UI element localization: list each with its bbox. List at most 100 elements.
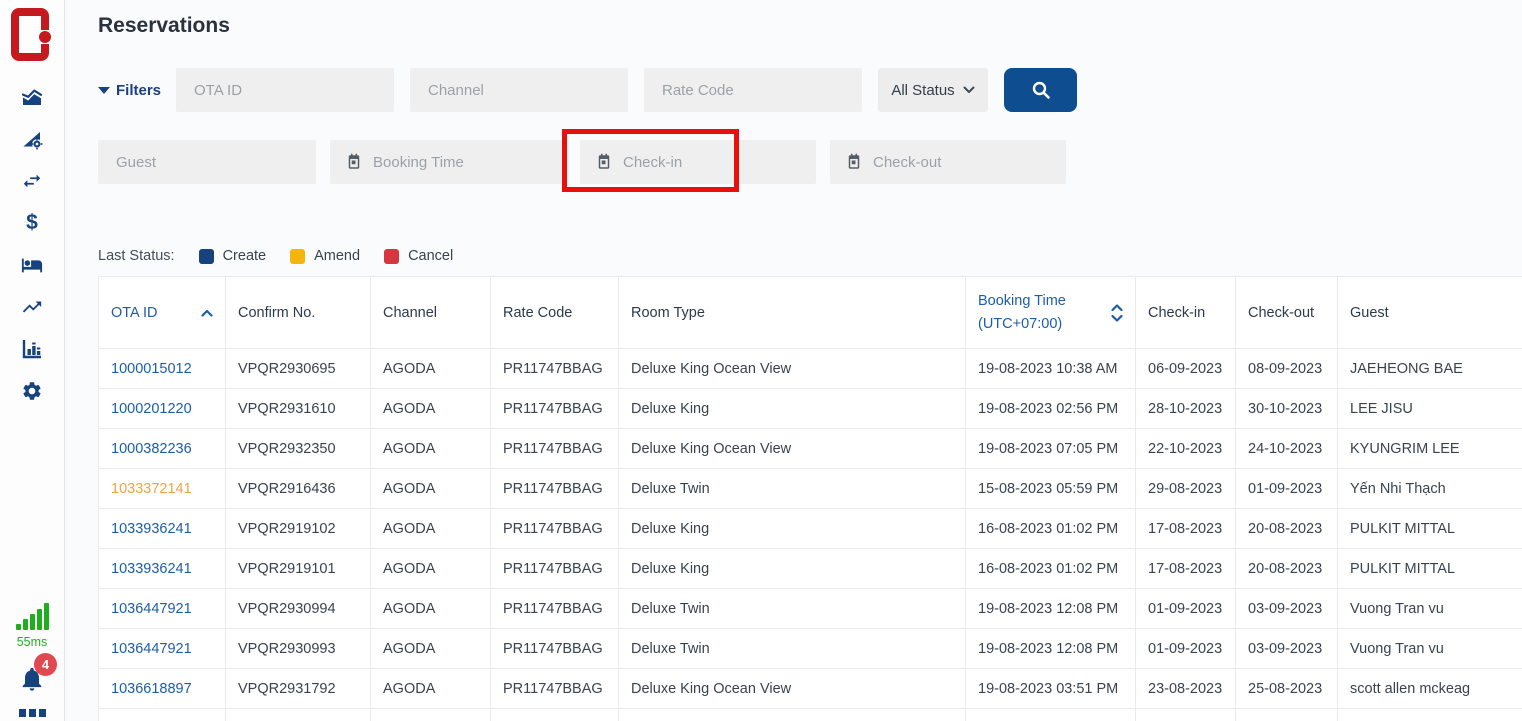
status-legend: Last Status: Create Amend Cancel [98,245,453,267]
ota-id-link[interactable]: 1033936241 [111,521,192,537]
legend-label: Last Status: [98,248,175,264]
reports-bar-chart-icon[interactable] [21,338,43,360]
cell-check-out: 30-10-2023 [1236,389,1338,429]
latency-value: 55ms [17,635,48,649]
rate-settings-icon[interactable] [21,128,43,150]
table-row: 1033372141 VPQR2916436 AGODA PR11747BBAG… [99,469,1522,509]
ota-id-link[interactable]: 1033372141 [111,481,192,497]
cell-check-out: 03-09-2023 [1236,629,1338,669]
cell-guest: Vuong Tran vu [1338,629,1522,669]
ota-id-link[interactable]: 1036447921 [111,601,192,617]
column-header-booking-time[interactable]: Booking Time (UTC+07:00) [966,277,1136,349]
ota-id-link[interactable]: 1000201220 [111,401,192,417]
status-dropdown[interactable]: All Status [878,68,988,112]
amend-status-swatch [290,249,305,264]
cell-rate-code: PR11747BBAG [491,509,619,549]
cell-check-out: 20-08-2023 [1236,549,1338,589]
cell-channel: AGODA [371,429,491,469]
brand-logo-icon[interactable] [10,8,54,62]
calendar-icon [595,153,613,171]
cell-booking-time: 19-08-2023 02:56 PM [966,389,1136,429]
column-header-room-type: Room Type [619,277,966,349]
column-header-ota-id[interactable]: OTA ID [99,277,226,349]
cell-confirm-no: VPQR2930994 [226,589,371,629]
legend-item-create: Create [199,248,267,264]
rooms-bed-icon[interactable] [21,254,43,276]
cell-check-in: 17-08-2023 [1136,509,1236,549]
cell-guest: Yến Nhi Thạch [1338,469,1522,509]
status-dropdown-value: All Status [891,82,954,99]
ota-id-filter-input[interactable] [176,68,394,112]
cell-rate-code: PR11747BBAG [491,429,619,469]
reservations-table: OTA ID Confirm No. Channel Rate Code Roo… [98,276,1522,721]
cell-check-out: 25-08-2023 [1236,669,1338,709]
payments-icon[interactable]: $ [21,212,43,234]
rate-code-filter-input[interactable] [644,68,862,112]
cell-channel: AGODA [371,469,491,509]
cell-channel: AGODA [371,349,491,389]
channel-swap-icon[interactable] [21,170,43,192]
table-row: 1000382236 VPQR2932350 AGODA PR11747BBAG… [99,429,1522,469]
cancel-status-swatch [384,249,399,264]
cell-rate-code: PR11747BBAG [491,629,619,669]
ota-id-link[interactable]: 1036618897 [111,681,192,697]
cell-confirm-no: VPQR2931792 [226,669,371,709]
cell-check-in: 01-09-2023 [1136,629,1236,669]
cell-booking-time: 19-08-2023 12:08 PM [966,629,1136,669]
calendar-icon [345,153,363,171]
channel-filter-input[interactable] [410,68,628,112]
guest-filter-input[interactable] [98,140,316,184]
cell-booking-time: 19-08-2023 03:51 PM [966,669,1136,709]
cell-room-type: Deluxe King [619,389,966,429]
performance-trend-icon[interactable] [21,296,43,318]
cell-check-out: 03-09-2023 [1236,589,1338,629]
chevron-down-icon [98,87,110,94]
cell-guest: JAEHEONG BAE [1338,349,1522,389]
cell-guest: scott allen mckeag [1338,669,1522,709]
reservations-table-body: 1000015012 VPQR2930695 AGODA PR11747BBAG… [99,349,1522,721]
cell-rate-code: PR11747BBAG [491,469,619,509]
cell-room-type: Deluxe King Ocean View [619,349,966,389]
cell-confirm-no: VPQR2932350 [226,429,371,469]
cell-booking-time: 19-08-2023 07:05 PM [966,429,1136,469]
check-in-filter[interactable]: Check-in [580,140,816,184]
cell-room-type: Deluxe King [619,509,966,549]
cell-check-out: 24-10-2023 [1236,429,1338,469]
settings-gear-icon[interactable] [21,380,43,402]
cell-confirm-no: VPQR2930993 [226,629,371,669]
ota-id-link[interactable]: 1036447921 [111,641,192,657]
cell-channel: AGODA [371,589,491,629]
cell-guest: Vuong Tran vu [1338,589,1522,629]
cell-rate-code: PR11747BBAG [491,669,619,709]
cell-guest: PULKIT MITTAL [1338,549,1522,589]
table-row: 1000201220 VPQR2931610 AGODA PR11747BBAG… [99,389,1522,429]
more-menu-icon[interactable] [19,709,46,717]
column-header-check-in: Check-in [1136,277,1236,349]
legend-item-amend: Amend [290,248,360,264]
filters-toggle[interactable]: Filters [98,82,160,99]
notifications-bell-icon[interactable]: 4 [18,665,46,693]
check-out-filter[interactable]: Check-out [830,140,1066,184]
ota-id-link[interactable]: 1000382236 [111,441,192,457]
search-button[interactable] [1004,68,1077,112]
cell-guest: LEE JISU [1338,389,1522,429]
sort-both-icon [1111,304,1123,322]
ota-id-link[interactable]: 1033936241 [111,561,192,577]
ota-id-link[interactable]: 1000015012 [111,361,192,377]
cell-check-in: 23-08-2023 [1136,669,1236,709]
table-row: 1036447921 VPQR2930993 AGODA PR11747BBAG… [99,629,1522,669]
cell-rate-code: PR11747BBAG [491,549,619,589]
page-title: Reservations [98,14,230,38]
booking-time-filter[interactable]: Booking Time [330,140,566,184]
filter-row-secondary: Booking Time Check-in Check-out [98,140,1066,184]
table-row-partial [99,709,1522,721]
dashboard-area-chart-icon[interactable] [21,86,43,108]
calendar-icon [845,153,863,171]
cell-check-in: 01-09-2023 [1136,589,1236,629]
cell-check-in: 22-10-2023 [1136,429,1236,469]
cell-check-out: 01-09-2023 [1236,469,1338,509]
cell-rate-code: PR11747BBAG [491,349,619,389]
cell-rate-code: PR11747BBAG [491,389,619,429]
cell-channel: AGODA [371,669,491,709]
cell-guest: KYUNGRIM LEE [1338,429,1522,469]
